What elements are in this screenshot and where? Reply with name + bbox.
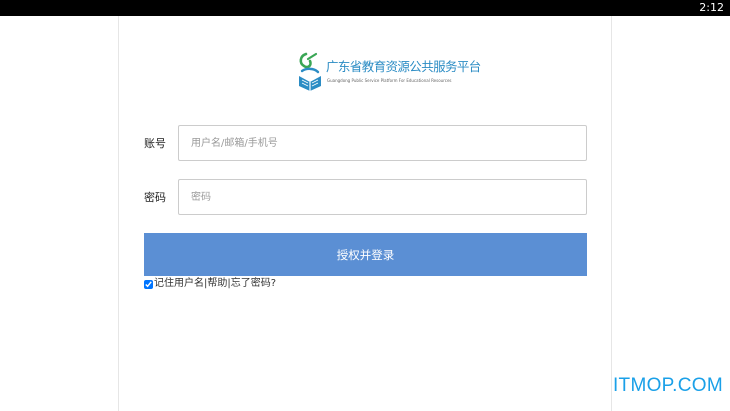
status-time: 2:12 — [699, 1, 724, 14]
logo-subtitle: Guangdong Public Service Platform For Ed… — [327, 78, 452, 83]
status-bar: 2:12 — [0, 0, 730, 16]
remember-label[interactable]: 记住用户名 — [154, 278, 204, 290]
password-label: 密码 — [144, 191, 166, 204]
platform-logo: 广东省教育资源公共服务平台 Guangdong Public Service P… — [296, 50, 481, 92]
remember-checkbox[interactable] — [144, 279, 153, 289]
forgot-password-link[interactable]: 忘了密码? — [231, 278, 276, 290]
watermark: ITMOP.COM — [612, 375, 723, 396]
authorize-login-button[interactable]: 授权并登录 — [144, 233, 587, 276]
help-link[interactable]: 帮助 — [207, 278, 227, 290]
password-input[interactable] — [178, 179, 587, 215]
login-options: 记住用户名 | 帮助 | 忘了密码? — [144, 278, 276, 290]
logo-title: 广东省教育资源公共服务平台 — [326, 59, 481, 74]
account-label: 账号 — [144, 137, 166, 150]
account-input[interactable] — [178, 125, 587, 161]
logo-icon — [299, 52, 321, 91]
